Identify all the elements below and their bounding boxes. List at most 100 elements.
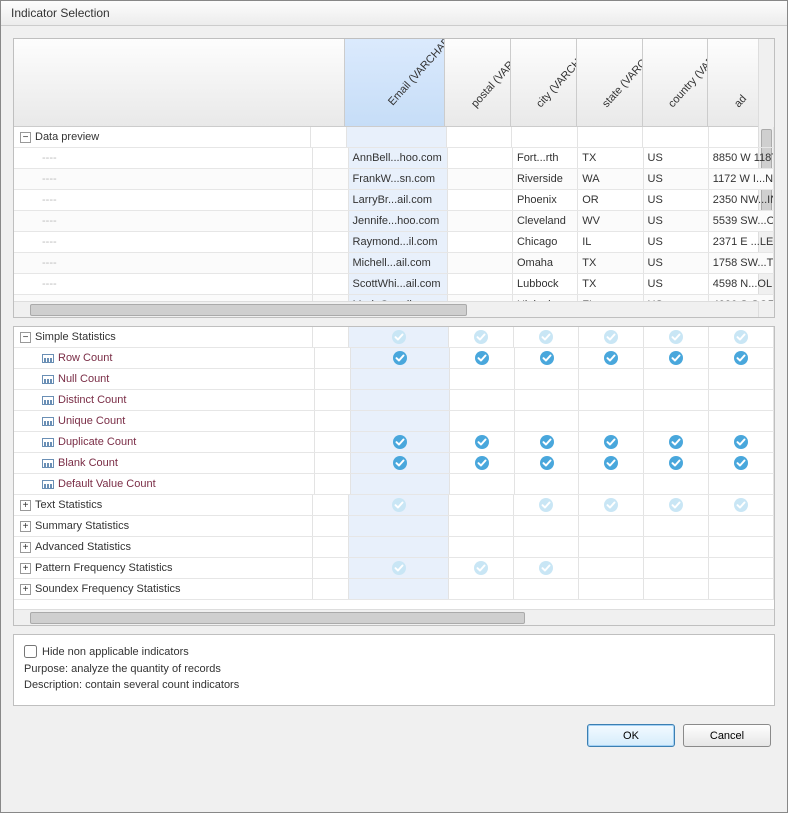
check-cell[interactable] [514,495,579,515]
check-cell[interactable] [515,432,580,452]
check-icon[interactable] [538,560,554,576]
column-header[interactable]: postal (VARCHAR) [445,39,511,126]
check-cell[interactable] [709,453,774,473]
check-icon[interactable] [733,329,749,345]
column-header[interactable]: Email (VARCHAR) [345,39,445,126]
check-icon[interactable] [473,329,489,345]
check-cell[interactable] [514,516,579,536]
check-cell[interactable] [515,474,580,494]
ok-button[interactable]: OK [587,724,675,747]
check-cell[interactable] [351,432,450,452]
check-cell[interactable] [450,348,515,368]
check-cell[interactable] [579,537,644,557]
check-cell[interactable] [514,327,579,347]
check-cell[interactable] [351,474,450,494]
expand-icon[interactable]: + [20,584,31,595]
expand-icon[interactable]: + [20,563,31,574]
check-icon[interactable] [733,455,749,471]
check-cell[interactable] [709,348,774,368]
stat-group-row[interactable]: − Simple Statistics [14,327,774,348]
check-cell[interactable] [579,369,644,389]
check-cell[interactable] [644,474,709,494]
check-cell[interactable] [579,516,644,536]
check-cell[interactable] [349,537,448,557]
check-cell[interactable] [515,411,580,431]
tree-leaf[interactable]: Distinct Count [14,390,315,410]
check-cell[interactable] [644,411,709,431]
scroll-thumb[interactable] [30,612,525,624]
stat-group-row[interactable]: + Soundex Frequency Statistics [14,579,774,600]
check-cell[interactable] [349,558,448,578]
stat-item-row[interactable]: Default Value Count [14,474,774,495]
collapse-icon[interactable]: − [20,132,31,143]
stat-item-row[interactable]: Null Count [14,369,774,390]
check-cell[interactable] [450,453,515,473]
check-cell[interactable] [709,474,774,494]
check-icon[interactable] [668,434,684,450]
check-cell[interactable] [351,348,450,368]
check-icon[interactable] [603,455,619,471]
tree-leaf[interactable]: Default Value Count [14,474,315,494]
tree-node[interactable]: + Advanced Statistics [14,537,313,557]
stat-group-row[interactable]: + Advanced Statistics [14,537,774,558]
expand-icon[interactable]: + [20,542,31,553]
check-icon[interactable] [539,455,555,471]
tree-leaf[interactable]: Null Count [14,369,315,389]
tree-node[interactable]: + Soundex Frequency Statistics [14,579,313,599]
tree-leaf[interactable]: Row Count [14,348,315,368]
tree-node[interactable]: + Pattern Frequency Statistics [14,558,313,578]
tree-node[interactable]: − Data preview [14,127,311,147]
check-cell[interactable] [579,327,644,347]
check-icon[interactable] [474,455,490,471]
tree-node[interactable]: − Simple Statistics [14,327,313,347]
check-icon[interactable] [539,434,555,450]
check-cell[interactable] [709,327,774,347]
check-cell[interactable] [709,411,774,431]
check-cell[interactable] [515,369,580,389]
check-cell[interactable] [644,432,709,452]
check-cell[interactable] [351,453,450,473]
check-icon[interactable] [391,497,407,513]
check-icon[interactable] [392,455,408,471]
check-cell[interactable] [449,516,514,536]
stat-group-row[interactable]: + Pattern Frequency Statistics [14,558,774,579]
stat-group-row[interactable]: + Text Statistics [14,495,774,516]
check-icon[interactable] [668,329,684,345]
check-cell[interactable] [514,579,579,599]
stat-item-row[interactable]: Distinct Count [14,390,774,411]
check-cell[interactable] [450,432,515,452]
expand-icon[interactable]: − [20,332,31,343]
check-cell[interactable] [349,327,448,347]
check-cell[interactable] [351,390,450,410]
check-cell[interactable] [349,516,448,536]
tree-node[interactable]: + Summary Statistics [14,516,313,536]
check-icon[interactable] [668,350,684,366]
check-icon[interactable] [603,350,619,366]
check-icon[interactable] [603,434,619,450]
stat-item-row[interactable]: Blank Count [14,453,774,474]
tree-node[interactable]: + Text Statistics [14,495,313,515]
check-icon[interactable] [603,329,619,345]
check-cell[interactable] [515,390,580,410]
check-cell[interactable] [449,537,514,557]
check-icon[interactable] [391,560,407,576]
check-icon[interactable] [733,434,749,450]
column-header[interactable]: city (VARCHAR) [511,39,577,126]
check-icon[interactable] [668,455,684,471]
check-icon[interactable] [733,350,749,366]
check-cell[interactable] [579,579,644,599]
check-cell[interactable] [514,558,579,578]
check-cell[interactable] [450,369,515,389]
tree-leaf[interactable]: Duplicate Count [14,432,315,452]
tree-leaf[interactable]: Unique Count [14,411,315,431]
column-header[interactable]: state (VARCHAR) [577,39,643,126]
check-cell[interactable] [709,516,774,536]
check-cell[interactable] [709,390,774,410]
check-cell[interactable] [644,495,709,515]
check-icon[interactable] [391,329,407,345]
check-icon[interactable] [392,434,408,450]
check-cell[interactable] [709,579,774,599]
check-cell[interactable] [579,558,644,578]
expand-icon[interactable]: + [20,521,31,532]
tree-leaf[interactable]: Blank Count [14,453,315,473]
